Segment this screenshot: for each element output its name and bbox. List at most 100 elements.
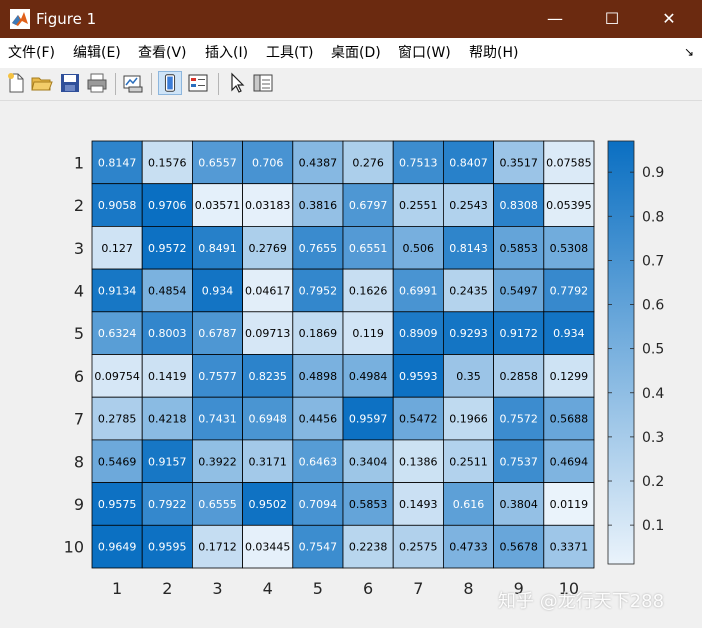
close-button[interactable]: ✕ — [646, 0, 692, 38]
menu-file[interactable]: 文件(F) — [8, 44, 55, 62]
cell-value-label: 0.1386 — [399, 455, 438, 468]
cell-value-label: 0.5308 — [550, 242, 589, 255]
cell-value-label: 0.09754 — [94, 370, 140, 383]
menu-desktop[interactable]: 桌面(D) — [331, 44, 381, 62]
cell-value-label: 0.9572 — [148, 242, 187, 255]
cell-value-label: 0.6948 — [248, 413, 287, 426]
colorbar-tick-label: 0.3 — [642, 430, 664, 446]
cell-value-label: 0.276 — [352, 156, 384, 169]
cell-value-label: 0.4456 — [299, 413, 338, 426]
print-icon[interactable] — [85, 71, 109, 95]
cell-value-label: 0.4387 — [299, 156, 338, 169]
cell-value-label: 0.6555 — [198, 498, 237, 511]
cell-value-label: 0.9595 — [148, 541, 187, 554]
cell-value-label: 0.4694 — [550, 455, 589, 468]
cell-value-label: 0.3371 — [550, 541, 589, 554]
cell-value-label: 0.6991 — [399, 284, 438, 297]
cell-value-label: 0.5688 — [550, 413, 589, 426]
cell-value-label: 0.03445 — [245, 541, 291, 554]
cell-value-label: 0.9649 — [98, 541, 137, 554]
cell-value-label: 0.1869 — [299, 327, 338, 340]
cell-value-label: 0.616 — [453, 498, 485, 511]
cell-value-label: 0.2858 — [499, 370, 538, 383]
save-icon[interactable] — [58, 71, 82, 95]
cell-value-label: 0.7952 — [299, 284, 338, 297]
toolbar-separator — [115, 73, 116, 95]
legend-icon[interactable] — [186, 71, 210, 95]
cell-value-label: 0.3171 — [248, 455, 287, 468]
cell-value-label: 0.8491 — [198, 242, 237, 255]
cell-value-label: 0.2511 — [449, 455, 488, 468]
window-title: Figure 1 — [36, 10, 97, 28]
cell-value-label: 0.5853 — [499, 242, 538, 255]
cell-value-label: 0.8147 — [98, 156, 137, 169]
cell-value-label: 0.9502 — [248, 498, 287, 511]
cell-value-label: 0.2551 — [399, 199, 438, 212]
cell-value-label: 0.3922 — [198, 455, 237, 468]
cell-value-label: 0.2543 — [449, 199, 488, 212]
link-plot-icon[interactable] — [121, 71, 145, 95]
cell-value-label: 0.7792 — [550, 284, 589, 297]
pointer-icon[interactable] — [224, 71, 248, 95]
matlab-logo-icon — [10, 9, 30, 29]
cell-value-label: 0.3816 — [299, 199, 338, 212]
colorbar-tick-label: 0.1 — [642, 518, 664, 534]
menu-bar: 文件(F) 编辑(E) 查看(V) 插入(I) 工具(T) 桌面(D) 窗口(W… — [0, 38, 702, 68]
cell-value-label: 0.8909 — [399, 327, 438, 340]
menu-window[interactable]: 窗口(W) — [398, 44, 451, 62]
cell-value-label: 0.7513 — [399, 156, 438, 169]
cell-value-label: 0.7577 — [198, 370, 237, 383]
figure-canvas: 0.8147 0.1576 0.6557 0.706 0.4387 0.276 0.7513… — [0, 101, 702, 628]
cell-value-label: 0.6787 — [198, 327, 237, 340]
cell-value-label: 0.5472 — [399, 413, 438, 426]
cell-value-label: 0.7922 — [148, 498, 187, 511]
cell-value-label: 0.03183 — [245, 199, 291, 212]
cell-value-label: 0.9172 — [499, 327, 538, 340]
menu-tools[interactable]: 工具(T) — [266, 44, 313, 62]
cell-value-label: 0.5678 — [499, 541, 538, 554]
menu-insert[interactable]: 插入(I) — [205, 44, 248, 62]
cell-value-label: 0.2785 — [98, 413, 137, 426]
cell-value-label: 0.3804 — [499, 498, 538, 511]
cell-value-label: 0.9593 — [399, 370, 438, 383]
cell-value-label: 0.6557 — [198, 156, 237, 169]
menu-edit[interactable]: 编辑(E) — [73, 44, 121, 62]
cell-value-label: 0.8143 — [449, 242, 488, 255]
cell-value-label: 0.3404 — [349, 455, 388, 468]
colorbar-icon[interactable] — [158, 71, 182, 95]
menu-view[interactable]: 查看(V) — [138, 44, 187, 62]
toolbar — [0, 68, 702, 101]
maximize-button[interactable]: ☐ — [589, 0, 635, 38]
title-bar[interactable]: Figure 1 — ☐ ✕ — [0, 0, 702, 38]
new-figure-icon[interactable] — [4, 71, 28, 95]
cell-value-label: 0.9058 — [98, 199, 137, 212]
cell-value-label: 0.9597 — [349, 413, 388, 426]
cell-value-label: 0.0119 — [550, 498, 589, 511]
x-tick-label: 6 — [363, 579, 373, 598]
cell-value-label: 0.7547 — [299, 541, 338, 554]
cell-value-label: 0.1576 — [148, 156, 187, 169]
cell-value-label: 0.934 — [553, 327, 585, 340]
menu-help[interactable]: 帮助(H) — [469, 44, 518, 62]
cell-value-label: 0.1626 — [349, 284, 388, 297]
cell-value-label: 0.4984 — [349, 370, 388, 383]
cell-value-label: 0.05395 — [546, 199, 592, 212]
cell-value-label: 0.8003 — [148, 327, 187, 340]
cell-value-label: 0.5497 — [499, 284, 538, 297]
y-tick-label: 2 — [74, 196, 84, 215]
cell-value-label: 0.9575 — [98, 498, 137, 511]
x-tick-label: 4 — [263, 579, 273, 598]
open-folder-icon[interactable] — [30, 71, 54, 95]
minimize-button[interactable]: — — [532, 0, 578, 38]
cell-value-label: 0.1712 — [198, 541, 237, 554]
property-inspector-icon[interactable] — [251, 71, 275, 95]
cell-value-label: 0.6463 — [299, 455, 338, 468]
cell-value-label: 0.8308 — [499, 199, 538, 212]
y-tick-label: 10 — [64, 538, 84, 557]
cell-value-label: 0.2575 — [399, 541, 438, 554]
y-tick-label: 5 — [74, 324, 84, 343]
dock-arrow-icon[interactable]: ↘ — [684, 45, 694, 59]
y-tick-label: 8 — [74, 452, 84, 471]
y-tick-label: 1 — [74, 153, 84, 172]
colorbar-tick-label: 0.8 — [642, 209, 664, 225]
